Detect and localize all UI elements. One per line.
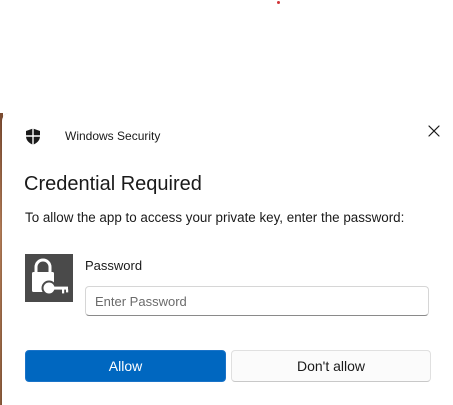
app-title: Windows Security [65, 129, 161, 143]
credential-dialog: Windows Security Credential Required To … [2, 113, 453, 405]
screen: Windows Security Credential Required To … [0, 0, 453, 405]
password-input[interactable] [85, 286, 429, 316]
background-dot [277, 1, 280, 4]
close-button[interactable] [420, 119, 448, 147]
close-icon [428, 124, 440, 142]
password-label: Password [85, 258, 143, 273]
allow-button[interactable]: Allow [25, 350, 226, 382]
lock-key-icon [25, 254, 73, 302]
instruction-text: To allow the app to access your private … [25, 210, 405, 225]
shield-icon [25, 128, 41, 145]
dialog-heading: Credential Required [24, 173, 202, 195]
dont-allow-button[interactable]: Don't allow [231, 350, 431, 382]
title-bar: Windows Security [2, 113, 453, 157]
